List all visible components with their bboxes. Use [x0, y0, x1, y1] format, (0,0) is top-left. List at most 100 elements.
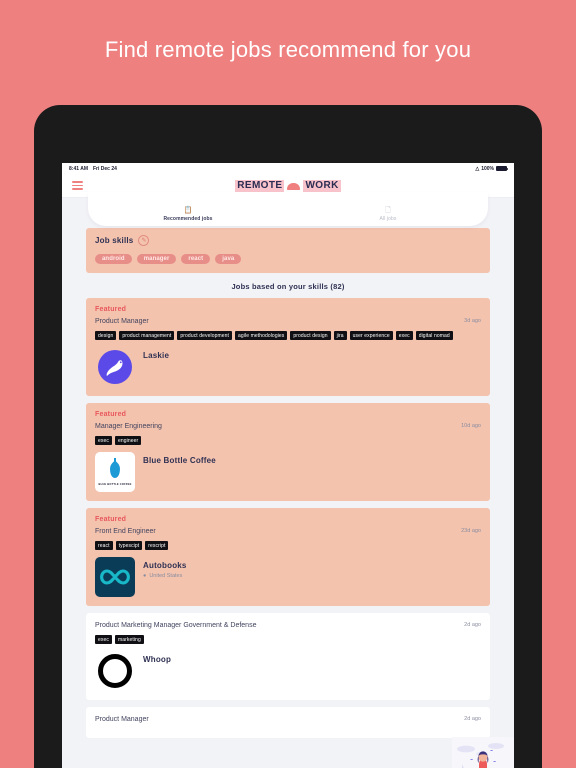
hamburger-line [72, 184, 83, 187]
company-location: ● United States [143, 573, 187, 579]
blue-bottle-logo-caption: BLUE BOTTLE COFFEE [98, 483, 132, 487]
job-title: Product Manager [95, 716, 149, 723]
job-card-header: Product Manager 2d ago [95, 715, 481, 724]
featured-badge: Featured [95, 411, 127, 418]
job-company-row: Whoop [95, 651, 481, 691]
job-skills-title: Job skills [95, 236, 134, 245]
infinity-icon [100, 569, 130, 585]
job-age: 2d ago [464, 716, 481, 722]
tablet-screen: 8:41 AM Fri Dec 24 △ 100% REMOTE WORK 📋 … [62, 163, 514, 768]
hamburger-line [72, 187, 83, 190]
job-tag[interactable]: user experience [349, 331, 393, 340]
job-tag[interactable]: rescript [145, 541, 169, 550]
location-pin-icon: ● [143, 573, 147, 579]
status-date: Fri Dec 24 [93, 165, 117, 172]
job-title: Product Manager [95, 318, 149, 325]
hamburger-menu-icon[interactable] [72, 181, 83, 190]
blue-bottle-coffee-logo: BLUE BOTTLE COFFEE [95, 452, 135, 492]
job-tag[interactable]: react [95, 541, 113, 550]
job-tag[interactable]: exec [95, 436, 112, 445]
job-card[interactable]: Product Marketing Manager Government & D… [86, 613, 490, 700]
tab-recommended-jobs-label: Recommended jobs [163, 216, 213, 222]
job-tag-list: exec engineer [95, 436, 481, 445]
featured-badge: Featured [95, 516, 127, 523]
job-tag[interactable]: marketing [114, 635, 144, 644]
company-name: Blue Bottle Coffee [143, 456, 216, 465]
job-tag[interactable]: exec [95, 635, 112, 644]
job-skills-list: android manager react java [95, 254, 481, 264]
job-card-header: Front End Engineer 23d ago [95, 527, 481, 536]
job-tag[interactable]: product management [119, 331, 175, 340]
skill-pill[interactable]: manager [136, 254, 177, 264]
autobooks-infinity-logo [95, 557, 135, 597]
wifi-icon: △ [475, 165, 480, 172]
blue-bottle-icon [110, 458, 120, 479]
whoop-circle-logo [95, 651, 135, 691]
job-tag[interactable]: product development [177, 331, 233, 340]
job-title: Product Marketing Manager Government & D… [95, 622, 257, 629]
featured-badge: Featured [95, 306, 127, 313]
jobs-scroll-area[interactable]: Job skills ✎ android manager react java … [62, 228, 514, 738]
job-age: 3d ago [464, 318, 481, 324]
logo-word-work: WORK [303, 179, 341, 192]
job-tag[interactable]: agile methodologies [235, 331, 288, 340]
job-age: 23d ago [461, 528, 481, 534]
job-card-header: Product Marketing Manager Government & D… [95, 621, 481, 630]
job-tag[interactable]: product design [290, 331, 331, 340]
status-bar-left: 8:41 AM Fri Dec 24 [69, 166, 117, 172]
job-company-meta: Laskie [143, 347, 169, 360]
skill-pill[interactable]: react [181, 254, 211, 264]
woman-meditating-illustration [452, 737, 514, 768]
job-skills-header: Job skills ✎ [95, 235, 481, 246]
job-title: Front End Engineer [95, 528, 156, 535]
job-card[interactable]: Product Manager 2d ago [86, 707, 490, 738]
job-tag-list: react typescipt rescript [95, 541, 481, 550]
job-title: Manager Engineering [95, 423, 162, 430]
pencil-edit-icon[interactable]: ✎ [138, 235, 150, 246]
status-bar-right: △ 100% [475, 165, 508, 172]
company-name: Whoop [143, 655, 172, 664]
job-age: 2d ago [464, 622, 481, 628]
job-card[interactable]: Featured Product Manager 3d ago design p… [86, 298, 490, 396]
tablet-device-frame: 8:41 AM Fri Dec 24 △ 100% REMOTE WORK 📋 … [34, 105, 542, 768]
tab-all-jobs[interactable]: 🗋 All jobs [288, 192, 488, 226]
job-card-header: Product Manager 3d ago [95, 317, 481, 326]
job-company-meta: Whoop [143, 651, 171, 664]
tab-bar: 📋 Recommended jobs 🗋 All jobs [88, 192, 488, 226]
job-company-meta: Autobooks ● United States [143, 557, 187, 579]
skill-pill[interactable]: android [95, 254, 132, 264]
job-tag-list: design product management product develo… [95, 331, 481, 340]
app-logo[interactable]: REMOTE WORK [235, 179, 341, 192]
job-card[interactable]: Featured Manager Engineering 10d ago exe… [86, 403, 490, 501]
job-tag[interactable]: engineer [114, 436, 142, 445]
skill-pill[interactable]: java [215, 254, 242, 264]
job-tag[interactable]: typescipt [115, 541, 143, 550]
tab-all-jobs-label: All jobs [379, 216, 397, 222]
job-company-row: BLUE BOTTLE COFFEE Blue Bottle Coffee [95, 452, 481, 492]
laskie-bird-icon [98, 350, 132, 384]
job-tag[interactable]: jira [333, 331, 347, 340]
hamburger-line [72, 181, 83, 184]
job-tag-list: exec marketing [95, 635, 481, 644]
company-name: Laskie [143, 351, 170, 360]
job-tag[interactable]: exec [395, 331, 413, 340]
job-company-meta: Blue Bottle Coffee [143, 452, 216, 465]
laskie-bird-logo [95, 347, 135, 387]
promo-headline: Find remote jobs recommend for you [104, 37, 472, 62]
documents-icon: 🗋 [385, 207, 391, 214]
job-card[interactable]: Featured Front End Engineer 23d ago reac… [86, 508, 490, 606]
clipboard-icon: 📋 [183, 207, 193, 214]
job-company-row: Laskie [95, 347, 481, 387]
job-skills-panel: Job skills ✎ android manager react java [86, 228, 490, 273]
job-card-header: Manager Engineering 10d ago [95, 422, 481, 431]
status-bar: 8:41 AM Fri Dec 24 △ 100% [62, 163, 514, 174]
status-time: 8:41 AM [69, 165, 88, 172]
battery-percent: 100% [481, 165, 494, 172]
section-title: Jobs based on your skills (82) [231, 282, 345, 291]
job-company-row: Autobooks ● United States [95, 557, 481, 597]
job-age: 10d ago [461, 423, 481, 429]
job-tag[interactable]: design [95, 331, 117, 340]
company-location-label: United States [149, 573, 183, 579]
tab-recommended-jobs[interactable]: 📋 Recommended jobs [88, 192, 288, 226]
job-tag[interactable]: digital nomad [415, 331, 453, 340]
